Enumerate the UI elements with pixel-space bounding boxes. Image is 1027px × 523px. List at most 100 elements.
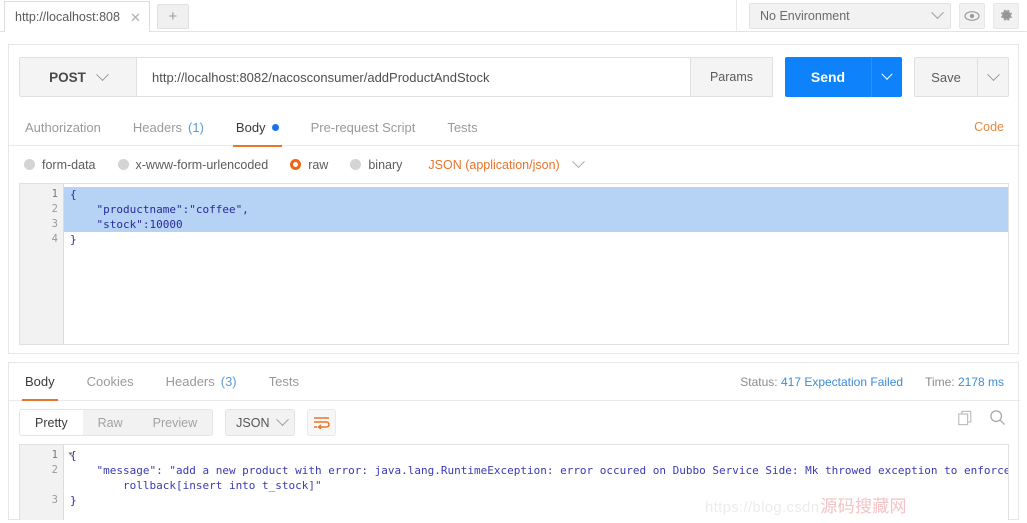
search-button[interactable]	[989, 409, 1006, 431]
content-type-selector[interactable]: JSON (application/json)	[428, 155, 585, 172]
save-label: Save	[931, 69, 961, 85]
tab-pre-request-script[interactable]: Pre-request Script	[295, 109, 432, 146]
url-input[interactable]: http://localhost:8082/nacosconsumer/addP…	[137, 57, 691, 97]
chevron-down-icon	[276, 413, 290, 427]
response-actions	[957, 409, 1006, 431]
radio-label: raw	[308, 157, 329, 172]
response-view-mode-group: Pretty Raw Preview	[19, 409, 214, 436]
radio-icon	[117, 159, 129, 170]
line-number: 3	[51, 218, 58, 230]
code-link[interactable]: Code	[974, 120, 1004, 134]
radio-binary[interactable]: binary	[350, 158, 402, 172]
request-tab-label: http://localhost:808	[15, 10, 120, 24]
line-number-blank	[20, 478, 63, 493]
radio-selected-icon	[290, 159, 302, 170]
tab-label: Body	[235, 119, 266, 135]
response-toolbar: Pretty Raw Preview JSON	[9, 401, 1020, 444]
http-method-label: POST	[49, 69, 86, 85]
request-editor-gutter: 1 2 3 4	[20, 184, 73, 344]
request-tab[interactable]: http://localhost:808 ✕	[4, 1, 150, 32]
request-body-editor[interactable]: 1 2 3 4 { "productname":"coffee", "stock…	[19, 183, 1009, 345]
view-mode-pretty[interactable]: Pretty	[20, 410, 83, 435]
close-icon[interactable]: ✕	[130, 11, 141, 24]
view-mode-raw[interactable]: Raw	[83, 410, 138, 435]
headers-count: (3)	[220, 374, 237, 389]
send-button-group: Send	[785, 57, 902, 97]
save-button-group: Save	[914, 57, 1009, 97]
environment-label: No Environment	[760, 8, 850, 23]
time-label: Time:	[925, 375, 955, 389]
params-label: Params	[709, 70, 754, 84]
body-type-row: form-data x-www-form-urlencoded raw bina…	[9, 146, 1020, 183]
gear-icon	[1000, 9, 1012, 21]
tab-body[interactable]: Body	[220, 109, 295, 147]
request-tab-strip: http://localhost:808 ✕ +	[0, 0, 189, 32]
time-info: Time: 2178 ms	[925, 375, 1004, 389]
headers-count: (1)	[188, 119, 204, 135]
request-tab-bar: Authorization Headers (1) Body Pre-reque…	[9, 109, 1020, 147]
tab-authorization[interactable]: Authorization	[9, 109, 117, 146]
response-tab-tests[interactable]: Tests	[253, 363, 315, 400]
tab-label: Tests	[268, 374, 299, 389]
code-line: }	[70, 233, 77, 246]
send-options-button[interactable]	[871, 57, 902, 97]
word-wrap-icon	[314, 417, 330, 429]
chevron-down-icon	[571, 155, 585, 169]
environment-quick-look-button[interactable]	[959, 2, 985, 29]
content-type-label: JSON (application/json)	[428, 157, 560, 172]
url-bar: POST http://localhost:8082/nacosconsumer…	[19, 57, 1009, 97]
word-wrap-button[interactable]	[307, 409, 337, 436]
tab-label: Headers	[165, 374, 215, 389]
tab-label: Cookies	[86, 374, 134, 389]
response-tab-cookies[interactable]: Cookies	[71, 363, 150, 400]
response-body-code[interactable]: { "message": "add a new product with err…	[64, 445, 1008, 520]
body-modified-dot-icon	[271, 123, 279, 131]
line-number: 2	[51, 464, 58, 476]
radio-icon	[350, 159, 362, 170]
tab-label: Headers	[132, 119, 183, 135]
params-button[interactable]: Params	[691, 57, 773, 97]
response-body-editor[interactable]: 1 2 3 { "message": "add a new product wi…	[19, 444, 1009, 520]
top-bar-right: No Environment	[736, 0, 1027, 31]
line-number: 2	[51, 203, 58, 215]
code-line: "stock":10000	[64, 217, 1008, 232]
response-format-selector[interactable]: JSON	[225, 409, 296, 436]
request-body-code[interactable]: { "productname":"coffee", "stock":10000 …	[64, 184, 1008, 344]
send-button[interactable]: Send	[785, 57, 871, 97]
response-tab-body[interactable]: Body	[9, 363, 71, 401]
copy-icon	[958, 410, 972, 425]
radio-label: x-www-form-urlencoded	[135, 157, 269, 172]
tab-tests[interactable]: Tests	[431, 109, 493, 146]
radio-form-data[interactable]: form-data	[24, 158, 96, 172]
search-icon	[990, 410, 1006, 426]
response-tab-headers[interactable]: Headers (3)	[150, 363, 253, 400]
tab-label: Authorization	[25, 119, 101, 135]
save-options-button[interactable]	[978, 57, 1009, 97]
save-button[interactable]: Save	[914, 57, 978, 97]
copy-button[interactable]	[957, 410, 973, 431]
chevron-down-icon	[986, 67, 1000, 81]
time-value: 2178 ms	[957, 375, 1004, 389]
view-mode-preview[interactable]: Preview	[138, 410, 212, 435]
tab-label: Body	[25, 374, 55, 389]
response-panel: Body Cookies Headers (3) Tests Status: 4…	[8, 362, 1020, 520]
chevron-down-icon	[881, 68, 893, 80]
code-line: {	[70, 449, 77, 462]
radio-icon	[24, 159, 35, 170]
http-method-selector[interactable]: POST	[19, 57, 137, 97]
top-bar: http://localhost:808 ✕ + No Environment	[0, 0, 1027, 32]
radio-raw[interactable]: raw	[290, 158, 328, 172]
status-info: Status: 417 Expectation Failed	[740, 375, 903, 389]
chevron-down-icon	[96, 67, 109, 81]
send-label: Send	[810, 69, 846, 85]
radio-x-www-form-urlencoded[interactable]: x-www-form-urlencoded	[117, 157, 269, 172]
line-number: 3	[51, 494, 58, 506]
settings-button[interactable]	[993, 2, 1019, 29]
request-panel: POST http://localhost:8082/nacosconsumer…	[8, 44, 1020, 354]
code-line: "productname":"coffee",	[64, 202, 1008, 217]
environment-selector[interactable]: No Environment	[749, 2, 951, 29]
tab-headers[interactable]: Headers (1)	[117, 109, 220, 146]
new-tab-button[interactable]: +	[156, 4, 189, 29]
radio-label: binary	[368, 157, 403, 172]
radio-label: form-data	[42, 157, 96, 172]
